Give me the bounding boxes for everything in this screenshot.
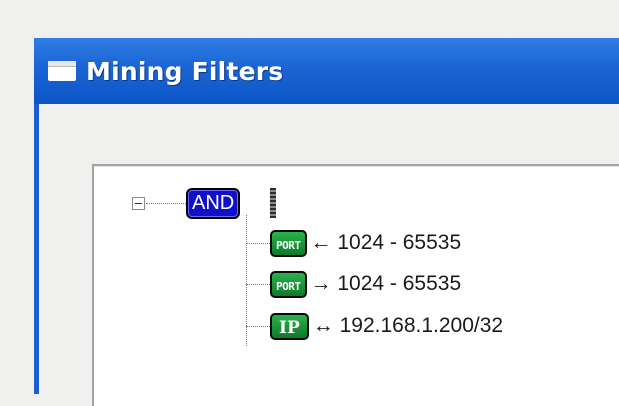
mining-filters-window: Mining Filters AND PORT ← 1024 - 65535 P… [34, 38, 619, 406]
tree-node-label: → 1024 - 65535 [311, 272, 462, 296]
window-title: Mining Filters [86, 56, 284, 86]
port-badge: PORT [270, 270, 307, 298]
ip-address: 192.168.1.200/32 [339, 314, 504, 337]
tree-node-port-destination[interactable]: PORT → 1024 - 65535 [270, 268, 461, 300]
collapse-minus-icon[interactable] [132, 197, 145, 210]
arrow-right-icon: → [310, 272, 332, 295]
client-area: AND PORT ← 1024 - 65535 PORT → 1024 - 65… [39, 104, 619, 406]
tree-connector [246, 284, 270, 285]
filter-tree[interactable]: AND PORT ← 1024 - 65535 PORT → 1024 - 65… [92, 164, 619, 406]
port-range: 1024 - 65535 [337, 272, 462, 295]
tree-connector [146, 203, 186, 204]
tree-connector [246, 326, 270, 327]
tree-connector [246, 243, 270, 244]
tree-node-label: ← 1024 - 65535 [311, 231, 462, 255]
tree-node-label: ↔ 192.168.1.200/32 [313, 314, 503, 338]
focus-indicator [270, 188, 276, 218]
arrow-both-icon: ↔ [312, 314, 334, 337]
arrow-left-icon: ← [310, 231, 332, 254]
port-range: 1024 - 65535 [337, 231, 462, 254]
title-bar[interactable]: Mining Filters [34, 38, 619, 104]
tree-node-port-source[interactable]: PORT ← 1024 - 65535 [270, 227, 461, 259]
window-icon[interactable] [48, 61, 76, 81]
tree-node-ip[interactable]: IP ↔ 192.168.1.200/32 [270, 310, 503, 342]
port-badge: PORT [270, 229, 307, 257]
ip-badge: IP [270, 312, 309, 340]
and-node[interactable]: AND [186, 188, 241, 219]
